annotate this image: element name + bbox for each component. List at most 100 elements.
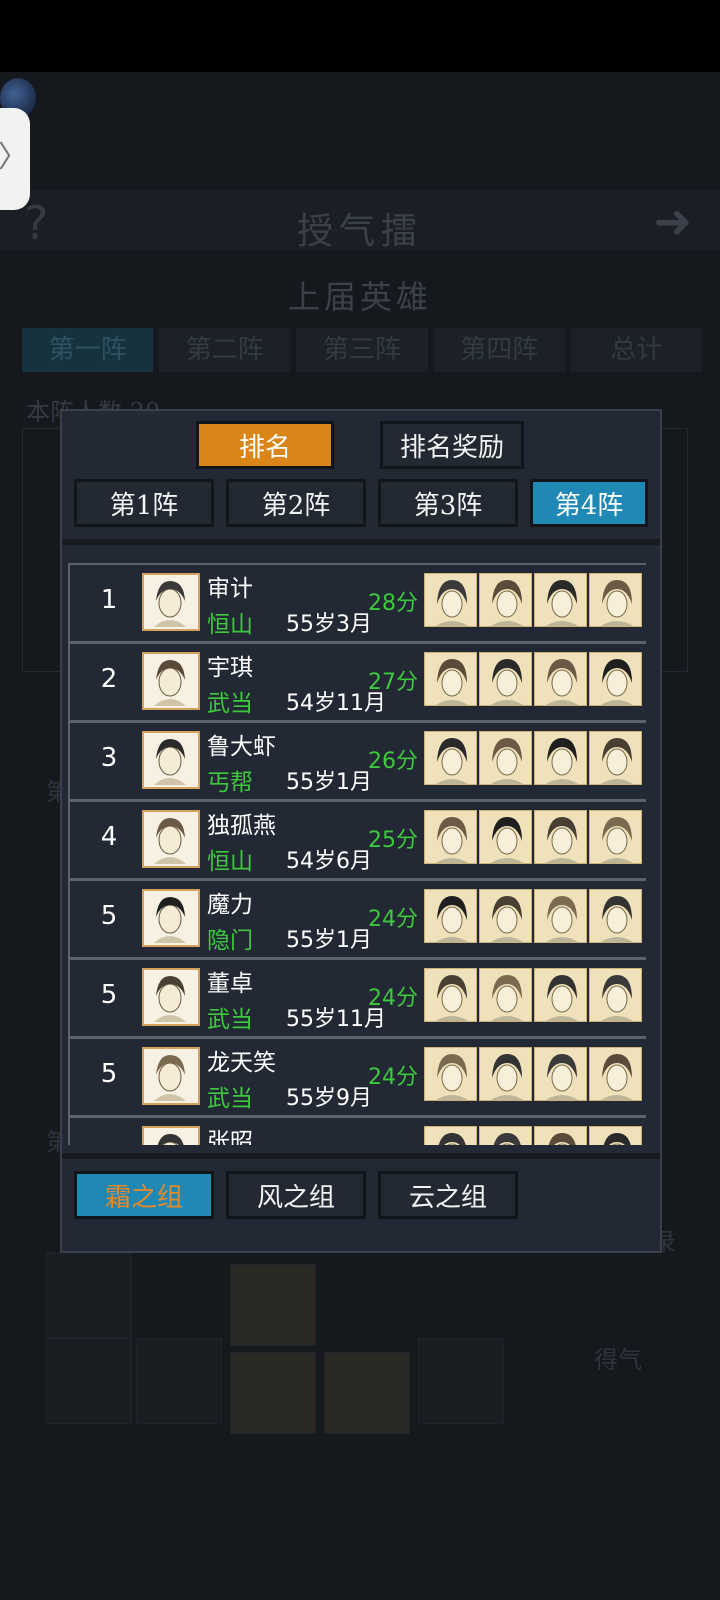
player-sect: 武当 xyxy=(207,691,253,717)
rank-number: 4 xyxy=(100,822,118,852)
bg-portrait xyxy=(230,1352,316,1434)
player-sect: 恒山 xyxy=(207,849,253,875)
team-member-portrait xyxy=(479,1047,532,1101)
bg-portrait xyxy=(230,1264,316,1346)
team-member-portrait xyxy=(534,652,587,706)
bg-slot xyxy=(46,1252,132,1338)
team-lineup xyxy=(424,810,646,864)
team-member-portrait xyxy=(424,1126,477,1145)
team-member-portrait xyxy=(589,1126,642,1145)
player-name: 龙天笑 xyxy=(207,1050,276,1076)
team-member-portrait xyxy=(424,968,477,1022)
team-member-portrait xyxy=(589,810,642,864)
team-lineup xyxy=(424,731,646,785)
team-lineup xyxy=(424,889,646,943)
team-member-portrait xyxy=(479,731,532,785)
avatar xyxy=(142,1126,200,1145)
player-name: 魔力 xyxy=(207,892,253,918)
team-member-portrait xyxy=(589,889,642,943)
table-row[interactable]: 5 龙天笑武当 55岁9月 24分 xyxy=(68,1039,646,1118)
ranking-dialog: 排名 排名奖励 第1阵 第2阵 第3阵 第4阵 1 审计 恒山 55岁3月 28分 2 宇琪… xyxy=(60,409,662,1253)
team-member-portrait xyxy=(479,889,532,943)
team-member-portrait xyxy=(534,1126,587,1145)
side-panel-chevron-icon[interactable]: 〉 xyxy=(0,108,30,210)
tab-formation-4[interactable]: 第4阵 xyxy=(530,479,648,527)
bg-tab-2[interactable]: 第二阵 xyxy=(159,328,291,372)
rank-number: 5 xyxy=(100,980,118,1010)
table-row[interactable]: 4 独孤燕 恒山 54岁6月 25分 xyxy=(68,802,646,881)
player-name: 鲁大虾 xyxy=(207,734,276,760)
tab-group-cloud[interactable]: 云之组 xyxy=(378,1171,518,1219)
player-score: 24分 xyxy=(368,986,418,1011)
bg-tab-1[interactable]: 第一阵 xyxy=(22,328,154,372)
table-row[interactable]: 1 审计 恒山 55岁3月 28分 xyxy=(68,565,646,644)
team-member-portrait xyxy=(424,573,477,627)
bg-slot xyxy=(46,1338,132,1424)
player-age: 54岁6月 xyxy=(286,849,372,874)
team-member-portrait xyxy=(534,573,587,627)
bg-tab-total[interactable]: 总计 xyxy=(570,328,703,372)
player-score: 27分 xyxy=(368,670,418,695)
ranking-list[interactable]: 1 审计 恒山 55岁3月 28分 2 宇琪 武当 54岁11月 27分 3 鲁大虾 丐帮 55岁1月 26… xyxy=(68,563,646,1145)
avatar xyxy=(142,968,200,1026)
divider xyxy=(62,1153,660,1159)
player-sect: 武当 xyxy=(207,1086,253,1112)
bg-page-title: 授气擂 xyxy=(296,211,423,252)
table-row[interactable]: 3 鲁大虾 丐帮 55岁1月 26分 xyxy=(68,723,646,802)
team-member-portrait xyxy=(479,1126,532,1145)
team-member-portrait xyxy=(534,1047,587,1101)
team-member-portrait xyxy=(424,889,477,943)
team-member-portrait xyxy=(424,1047,477,1101)
divider xyxy=(62,539,660,545)
avatar xyxy=(142,1047,200,1105)
team-member-portrait xyxy=(534,968,587,1022)
tab-ranking[interactable]: 排名 xyxy=(196,421,334,469)
team-lineup xyxy=(424,1126,646,1145)
team-member-portrait xyxy=(589,1047,642,1101)
tab-group-wind[interactable]: 风之组 xyxy=(226,1171,366,1219)
bg-right-label: 得气 xyxy=(594,1346,642,1374)
bg-subtitle: 上届英雄 xyxy=(287,278,432,316)
rank-number: 5 xyxy=(100,901,118,931)
rank-number: 5 xyxy=(100,1059,118,1089)
rank-number: 3 xyxy=(100,743,118,773)
table-row[interactable]: 5 魔力 隐门 55岁1月 24分 xyxy=(68,881,646,960)
team-member-portrait xyxy=(534,810,587,864)
table-row[interactable]: 5 董卓 武当 55岁11月 24分 xyxy=(68,960,646,1039)
team-lineup xyxy=(424,573,646,627)
avatar xyxy=(142,731,200,789)
tab-formation-3[interactable]: 第3阵 xyxy=(378,479,518,527)
player-score: 24分 xyxy=(368,1065,418,1090)
bg-tab-3[interactable]: 第三阵 xyxy=(296,328,428,372)
player-age: 55岁9月 xyxy=(286,1086,372,1111)
team-member-portrait xyxy=(589,968,642,1022)
player-sect: 武当 xyxy=(207,1007,253,1033)
player-age: 55岁1月 xyxy=(286,928,372,953)
team-member-portrait xyxy=(424,652,477,706)
player-score: 24分 xyxy=(368,907,418,932)
table-row[interactable]: 2 宇琪 武当 54岁11月 27分 xyxy=(68,644,646,723)
arrow-right-icon[interactable]: ➜ xyxy=(653,194,692,248)
team-member-portrait xyxy=(479,968,532,1022)
rank-number: 2 xyxy=(100,664,118,694)
team-member-portrait xyxy=(589,731,642,785)
team-member-portrait xyxy=(589,652,642,706)
player-name: 独孤燕 xyxy=(207,813,276,839)
player-age: 55岁1月 xyxy=(286,770,372,795)
bg-tab-4[interactable]: 第四阵 xyxy=(433,328,565,372)
table-row[interactable]: 张昭 xyxy=(68,1118,646,1145)
bg-tab-bar: 第一阵 第二阵 第三阵 第四阵 总计 xyxy=(22,328,703,372)
player-score: 26分 xyxy=(368,749,418,774)
team-member-portrait xyxy=(479,573,532,627)
player-name: 张昭 xyxy=(207,1129,253,1145)
player-name: 宇琪 xyxy=(207,655,253,681)
tab-formation-2[interactable]: 第2阵 xyxy=(226,479,366,527)
player-sect: 恒山 xyxy=(207,612,253,638)
player-name: 董卓 xyxy=(207,971,253,997)
tab-ranking-reward[interactable]: 排名奖励 xyxy=(380,421,524,469)
tab-group-frost[interactable]: 霜之组 xyxy=(74,1171,214,1219)
tab-formation-1[interactable]: 第1阵 xyxy=(74,479,214,527)
rank-number: 1 xyxy=(100,585,118,615)
team-member-portrait xyxy=(424,810,477,864)
bg-portrait xyxy=(324,1352,410,1434)
